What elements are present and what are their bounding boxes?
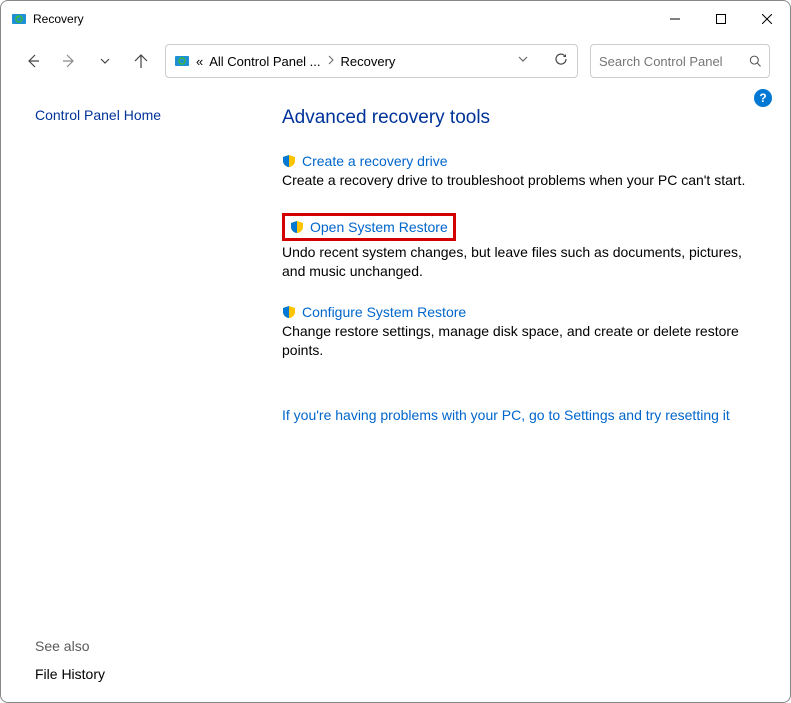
refresh-button[interactable] bbox=[553, 51, 569, 72]
main-content: ? Advanced recovery tools Create a recov… bbox=[246, 85, 790, 702]
toolbar: « All Control Panel ... Recovery bbox=[1, 37, 790, 85]
chevron-right-icon bbox=[327, 54, 335, 68]
window-title: Recovery bbox=[33, 12, 652, 26]
arrow-up-icon bbox=[132, 52, 150, 70]
tool-create-recovery-drive: Create a recovery drive Create a recover… bbox=[282, 153, 762, 191]
page-title: Advanced recovery tools bbox=[282, 107, 762, 129]
breadcrumb-parent[interactable]: All Control Panel ... bbox=[209, 54, 320, 69]
address-dropdown[interactable] bbox=[517, 52, 529, 70]
arrow-right-icon bbox=[60, 52, 78, 70]
search-box[interactable] bbox=[590, 44, 770, 78]
search-input[interactable] bbox=[599, 54, 743, 69]
tool-desc: Undo recent system changes, but leave fi… bbox=[282, 243, 762, 282]
sidebar: Control Panel Home See also File History bbox=[1, 85, 246, 702]
control-panel-home-link[interactable]: Control Panel Home bbox=[35, 107, 226, 123]
maximize-icon bbox=[716, 14, 726, 24]
file-history-link[interactable]: File History bbox=[35, 666, 226, 682]
breadcrumb-prefix: « bbox=[196, 54, 203, 69]
forward-button[interactable] bbox=[57, 49, 81, 73]
open-system-restore-link[interactable]: Open System Restore bbox=[310, 219, 448, 235]
content-area: Control Panel Home See also File History… bbox=[1, 85, 790, 702]
configure-system-restore-link[interactable]: Configure System Restore bbox=[302, 304, 466, 320]
see-also-header: See also bbox=[35, 638, 226, 654]
minimize-icon bbox=[670, 14, 680, 24]
shield-icon bbox=[282, 154, 296, 168]
tool-desc: Create a recovery drive to troubleshoot … bbox=[282, 171, 762, 191]
window-root: Recovery bbox=[0, 0, 791, 703]
highlight-annotation: Open System Restore bbox=[282, 213, 456, 241]
recovery-icon bbox=[174, 53, 190, 69]
search-icon bbox=[749, 54, 761, 68]
recent-dropdown[interactable] bbox=[93, 49, 117, 73]
close-button[interactable] bbox=[744, 3, 790, 35]
close-icon bbox=[762, 14, 772, 24]
help-button[interactable]: ? bbox=[754, 89, 772, 107]
tool-desc: Change restore settings, manage disk spa… bbox=[282, 322, 762, 361]
address-bar[interactable]: « All Control Panel ... Recovery bbox=[165, 44, 578, 78]
chevron-down-icon bbox=[99, 55, 111, 67]
create-recovery-drive-link[interactable]: Create a recovery drive bbox=[302, 153, 448, 169]
shield-icon bbox=[290, 220, 304, 234]
arrow-left-icon bbox=[24, 52, 42, 70]
breadcrumb-current[interactable]: Recovery bbox=[341, 54, 396, 69]
shield-icon bbox=[282, 305, 296, 319]
reset-pc-link[interactable]: If you're having problems with your PC, … bbox=[282, 407, 730, 423]
help-icon: ? bbox=[759, 91, 766, 105]
minimize-button[interactable] bbox=[652, 3, 698, 35]
tool-open-system-restore: Open System Restore Undo recent system c… bbox=[282, 213, 762, 282]
tool-configure-system-restore: Configure System Restore Change restore … bbox=[282, 304, 762, 361]
up-button[interactable] bbox=[129, 49, 153, 73]
refresh-icon bbox=[553, 51, 569, 67]
window-controls bbox=[652, 3, 790, 35]
chevron-down-icon bbox=[517, 53, 529, 65]
maximize-button[interactable] bbox=[698, 3, 744, 35]
back-button[interactable] bbox=[21, 49, 45, 73]
titlebar: Recovery bbox=[1, 1, 790, 37]
recovery-app-icon bbox=[11, 11, 27, 27]
